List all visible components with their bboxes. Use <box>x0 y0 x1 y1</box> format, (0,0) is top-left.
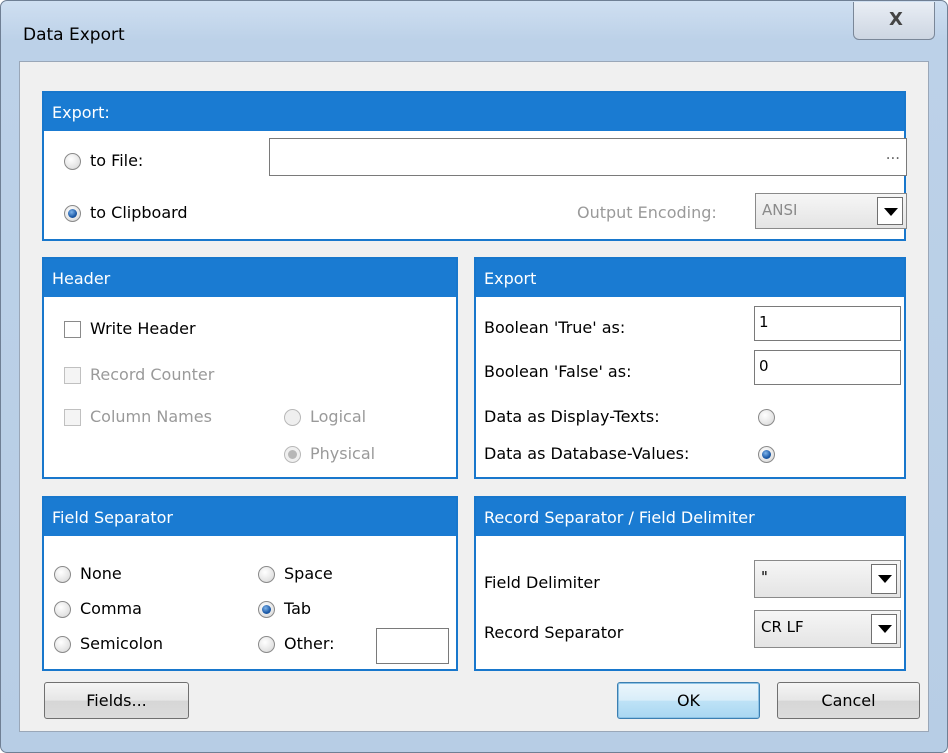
database-values-label: Data as Database-Values: <box>484 444 690 463</box>
chevron-down-icon <box>877 197 903 225</box>
field-separator-title: Field Separator <box>44 498 456 536</box>
comma-label: Comma <box>80 599 142 618</box>
logical-radio[interactable] <box>284 409 301 426</box>
physical-radio[interactable] <box>284 446 301 463</box>
record-separator-title: Record Separator / Field Delimiter <box>476 498 904 536</box>
export-target-panel: Export: to File: ... to Clipboard Output… <box>42 91 907 241</box>
database-values-radio[interactable] <box>758 446 775 463</box>
data-export-dialog: Data Export X Export: to File: ... to Cl… <box>0 0 948 753</box>
column-names-label: Column Names <box>90 407 212 426</box>
bool-true-label: Boolean 'True' as: <box>484 318 626 337</box>
display-texts-label: Data as Display-Texts: <box>484 407 660 426</box>
record-counter-checkbox[interactable] <box>64 367 81 384</box>
field-delimiter-label: Field Delimiter <box>484 573 600 592</box>
output-encoding-label: Output Encoding: <box>577 203 717 222</box>
other-label: Other: <box>284 634 335 653</box>
export-options-title: Export <box>476 259 904 297</box>
close-icon: X <box>889 9 903 30</box>
to-clipboard-radio[interactable] <box>64 205 81 222</box>
logical-label: Logical <box>310 407 367 426</box>
to-file-label: to File: <box>90 151 144 170</box>
chevron-down-icon <box>871 614 897 644</box>
record-separator-select[interactable]: CR LF <box>754 610 901 648</box>
chevron-down-icon <box>871 564 897 594</box>
comma-radio[interactable] <box>54 601 71 618</box>
display-texts-radio[interactable] <box>758 409 775 426</box>
close-button[interactable]: X <box>853 2 935 40</box>
bool-true-input[interactable]: 1 <box>754 306 901 341</box>
tab-radio[interactable] <box>258 601 275 618</box>
space-label: Space <box>284 564 333 583</box>
dialog-client-area: Export: to File: ... to Clipboard Output… <box>19 61 929 732</box>
record-separator-panel: Record Separator / Field Delimiter Field… <box>474 496 906 671</box>
bool-false-label: Boolean 'False' as: <box>484 362 632 381</box>
semicolon-radio[interactable] <box>54 636 71 653</box>
header-panel-title: Header <box>44 259 456 297</box>
title-bar: Data Export X <box>1 1 947 61</box>
export-options-panel: Export Boolean 'True' as: 1 Boolean 'Fal… <box>474 257 906 479</box>
ok-button[interactable]: OK <box>617 682 760 719</box>
other-separator-input[interactable] <box>376 628 449 664</box>
to-clipboard-label: to Clipboard <box>90 203 188 222</box>
physical-label: Physical <box>310 444 376 463</box>
column-names-checkbox[interactable] <box>64 409 81 426</box>
to-file-radio[interactable] <box>64 153 81 170</box>
space-radio[interactable] <box>258 566 275 583</box>
header-panel: Header Write Header Record Counter Colum… <box>42 257 458 479</box>
write-header-label: Write Header <box>90 319 196 338</box>
browse-icon[interactable]: ... <box>886 145 900 163</box>
field-separator-panel: Field Separator None Comma Semicolon Spa… <box>42 496 458 671</box>
output-encoding-select[interactable]: ANSI <box>755 193 907 229</box>
none-label: None <box>80 564 122 583</box>
tab-label: Tab <box>284 599 312 618</box>
record-counter-label: Record Counter <box>90 365 215 384</box>
none-radio[interactable] <box>54 566 71 583</box>
fields-button[interactable]: Fields... <box>44 682 189 719</box>
record-separator-label: Record Separator <box>484 623 624 642</box>
window-title: Data Export <box>23 25 125 45</box>
semicolon-label: Semicolon <box>80 634 163 653</box>
file-path-input[interactable]: ... <box>269 138 907 176</box>
export-target-header: Export: <box>44 93 904 131</box>
field-delimiter-select[interactable]: " <box>754 560 901 598</box>
cancel-button[interactable]: Cancel <box>777 682 920 719</box>
write-header-checkbox[interactable] <box>64 321 81 338</box>
other-radio[interactable] <box>258 636 275 653</box>
bool-false-input[interactable]: 0 <box>754 350 901 385</box>
